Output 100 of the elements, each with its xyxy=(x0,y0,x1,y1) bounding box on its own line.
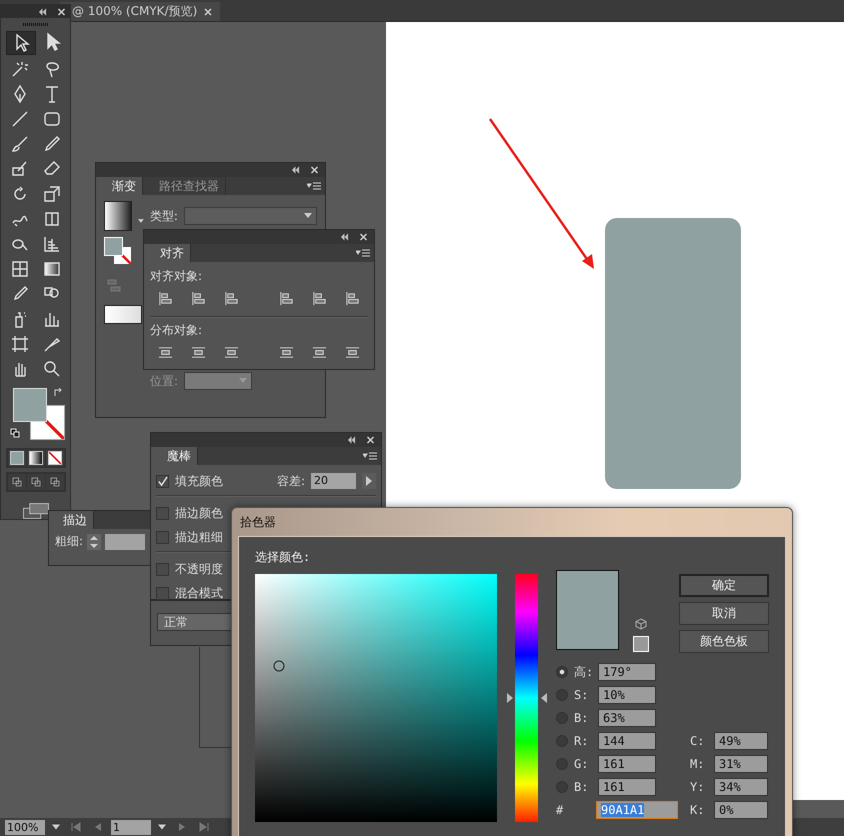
first-page-icon[interactable] xyxy=(71,822,81,832)
align-top-icon[interactable] xyxy=(279,291,294,306)
distribute-left-icon[interactable] xyxy=(279,345,294,360)
close-icon[interactable] xyxy=(366,436,375,444)
distribute-vertical-center-icon[interactable] xyxy=(191,345,206,360)
radio-button[interactable] xyxy=(556,712,568,724)
close-icon[interactable] xyxy=(310,166,319,174)
align-horizontal-center-icon[interactable] xyxy=(191,291,206,306)
screen-mode-icon[interactable] xyxy=(20,502,50,519)
field-label: K: xyxy=(690,803,706,817)
radio-button[interactable] xyxy=(556,689,568,701)
position-label: 位置: xyxy=(150,372,178,390)
radio-button[interactable] xyxy=(556,781,568,793)
value-field[interactable]: 144 xyxy=(598,732,656,750)
draw-behind-icon[interactable] xyxy=(26,474,44,490)
web-safe-swatch[interactable] xyxy=(633,636,649,652)
field-label: B: xyxy=(574,711,590,725)
checkbox[interactable] xyxy=(156,530,169,544)
value-field[interactable]: 63% xyxy=(598,709,656,727)
align-left-icon[interactable] xyxy=(158,291,173,306)
value-field[interactable]: 31% xyxy=(714,755,768,773)
value-field[interactable]: 179° xyxy=(598,663,656,681)
fill-stroke-swatches[interactable] xyxy=(12,388,64,440)
weight-field[interactable] xyxy=(105,534,146,550)
previous-page-icon[interactable] xyxy=(93,822,103,832)
distribute-bottom-icon[interactable] xyxy=(224,345,239,360)
field-label: C: xyxy=(690,734,706,748)
align-objects-label: 对齐对象: xyxy=(150,268,204,285)
radio-button[interactable] xyxy=(556,735,568,747)
gradient-swatch[interactable] xyxy=(104,201,132,231)
draw-normal-icon[interactable] xyxy=(8,474,26,490)
collapse-icon[interactable] xyxy=(291,166,300,174)
collapse-icon[interactable] xyxy=(38,8,47,16)
color-marker[interactable] xyxy=(274,660,285,672)
checkbox[interactable] xyxy=(156,586,169,600)
panel-menu-icon[interactable] xyxy=(363,452,377,460)
value-field[interactable]: 34% xyxy=(714,778,768,796)
hue-slider-thumb[interactable] xyxy=(507,693,548,703)
align-vertical-center-icon[interactable] xyxy=(312,291,327,306)
distribute-horizontal-center-icon[interactable] xyxy=(312,345,327,360)
panel-tab[interactable]: 路径查找器 xyxy=(143,177,226,195)
collapse-icon[interactable] xyxy=(340,233,349,241)
radio-button[interactable] xyxy=(556,758,568,770)
panel-tab[interactable]: 对齐 xyxy=(144,244,191,262)
dialog-button[interactable]: 颜色色板 xyxy=(679,630,769,653)
type-label: 类型: xyxy=(150,208,178,224)
value-field[interactable]: 161 xyxy=(598,755,656,773)
field-label: G: xyxy=(574,757,590,771)
position-dropdown[interactable] xyxy=(184,372,252,390)
fill-stroke-swatches[interactable] xyxy=(104,237,134,267)
close-icon[interactable] xyxy=(204,8,212,16)
caret-icon[interactable] xyxy=(49,823,63,831)
dialog-button[interactable]: 取消 xyxy=(679,602,769,625)
draw-inside-icon[interactable] xyxy=(46,474,64,490)
swap-arrow-icon[interactable] xyxy=(52,388,62,398)
panel-menu-icon[interactable] xyxy=(356,249,370,257)
gradient-mode-button[interactable] xyxy=(26,450,44,466)
close-icon[interactable] xyxy=(57,8,66,16)
value-field[interactable]: 10% xyxy=(598,686,656,704)
default-colors-icon[interactable] xyxy=(10,428,20,438)
color-mode-button[interactable] xyxy=(8,450,26,466)
panel-tab[interactable]: 描边 xyxy=(49,511,94,529)
value-field[interactable]: 161 xyxy=(598,778,656,796)
checkbox[interactable] xyxy=(156,506,169,520)
field-label: M: xyxy=(690,757,706,771)
field-label: R: xyxy=(574,734,590,748)
panel-tab[interactable]: 渐变 xyxy=(96,177,143,195)
align-bottom-icon[interactable] xyxy=(345,291,360,306)
panel-tab[interactable]: 魔棒 xyxy=(151,447,198,465)
caret-icon xyxy=(304,213,312,218)
color-field[interactable] xyxy=(255,574,498,822)
spinner-arrows-icon[interactable] xyxy=(87,534,102,550)
panel-menu-icon[interactable] xyxy=(307,182,321,190)
dialog-title: 拾色器 xyxy=(239,514,277,531)
grip-icon[interactable] xyxy=(22,23,48,26)
hex-field[interactable]: 90A1A1 xyxy=(596,801,678,819)
distribute-right-icon[interactable] xyxy=(345,345,360,360)
checkbox[interactable] xyxy=(156,562,169,576)
value-field[interactable]: 49% xyxy=(714,732,768,750)
zoom-field[interactable]: 100% xyxy=(5,820,45,834)
align-right-icon[interactable] xyxy=(224,291,239,306)
field-label: S: xyxy=(574,688,590,702)
radio-button[interactable] xyxy=(556,666,568,678)
option-label: 填充颜色 xyxy=(175,472,223,490)
document-tab[interactable]: @ 100% (CMYK/预览) xyxy=(60,2,220,21)
checkbox[interactable] xyxy=(156,474,169,488)
value-field[interactable]: 0% xyxy=(714,801,768,819)
cube-icon[interactable] xyxy=(635,618,647,630)
distribute-top-icon[interactable] xyxy=(158,345,173,360)
close-icon[interactable] xyxy=(359,233,368,241)
caret-icon[interactable] xyxy=(138,219,144,223)
dialog-button[interactable]: 确定 xyxy=(679,574,769,597)
last-page-icon[interactable] xyxy=(199,822,209,832)
next-page-icon[interactable] xyxy=(177,822,187,832)
caret-icon[interactable] xyxy=(155,823,169,831)
option-label: 描边粗细 xyxy=(175,528,223,546)
page-field[interactable]: 1 xyxy=(111,820,151,834)
none-mode-button[interactable] xyxy=(46,450,64,466)
tolerance-field[interactable]: 20 xyxy=(311,473,356,489)
collapse-icon[interactable] xyxy=(347,436,356,444)
